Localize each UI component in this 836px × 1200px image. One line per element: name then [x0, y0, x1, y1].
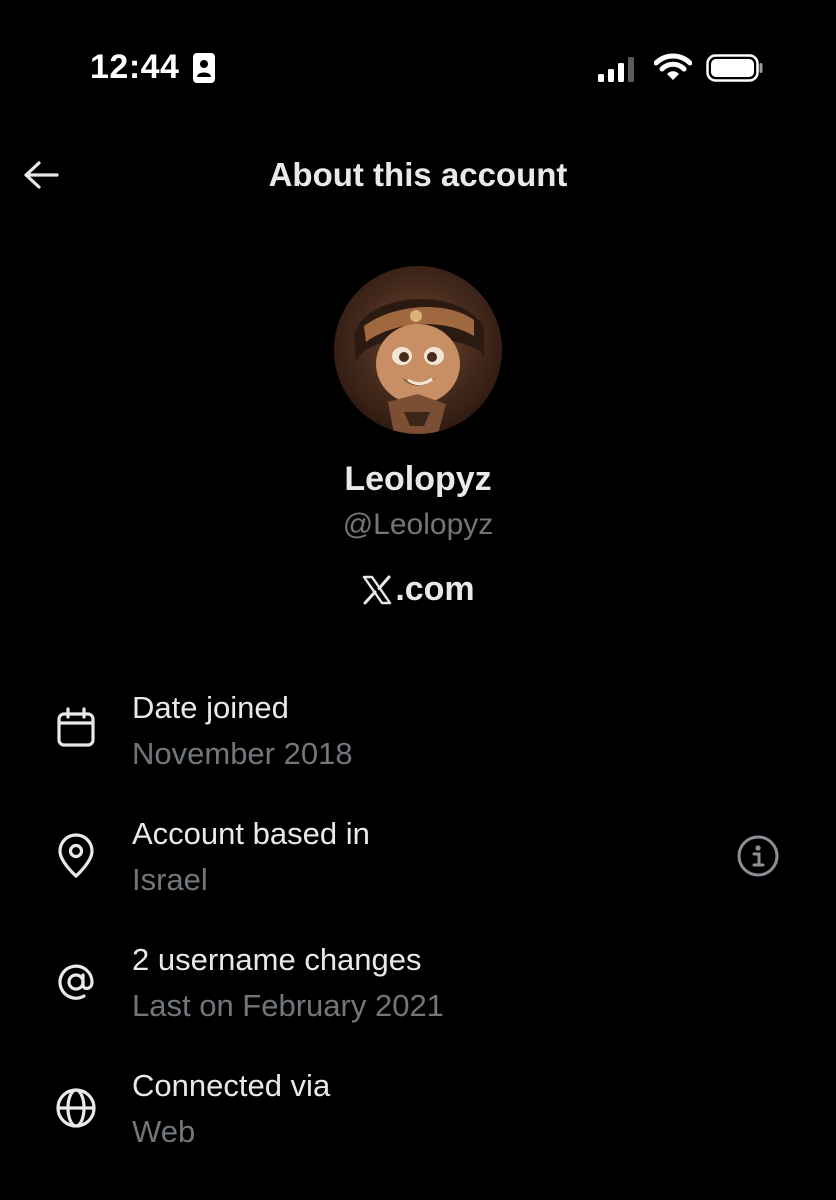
avatar-image — [334, 266, 502, 434]
wifi-icon — [654, 53, 692, 80]
display-name: Leolopyz — [344, 460, 492, 498]
page-title: About this account — [268, 156, 568, 193]
username-handle: @Leolopyz — [342, 508, 494, 541]
info-circle-icon — [737, 835, 779, 877]
site-label-text: .com — [395, 570, 475, 608]
contact-card-icon — [193, 53, 215, 83]
location-pin-icon — [52, 832, 100, 880]
battery-icon — [706, 54, 763, 82]
at-sign-icon — [52, 958, 100, 1006]
info-title: 2 username changes — [132, 942, 422, 977]
calendar-icon — [52, 704, 100, 752]
info-subtitle: Last on February 2021 — [132, 988, 444, 1023]
site-label: .com — [0, 570, 836, 609]
x-logo-icon — [363, 575, 392, 604]
avatar — [334, 266, 502, 434]
info-title: Date joined — [132, 690, 289, 725]
info-item-username-changes: 2 username changes Last on February 2021 — [0, 942, 836, 1052]
info-circle-button[interactable] — [734, 832, 782, 880]
status-bar: 12:44 — [0, 0, 836, 130]
info-item-account-based-in: Account based in Israel — [0, 816, 836, 926]
cellular-signal-icon — [598, 57, 634, 82]
top-app-bar: About this account — [0, 140, 836, 210]
info-item-connected-via: Connected via Web — [0, 1068, 836, 1178]
info-title: Connected via — [132, 1068, 331, 1103]
info-subtitle: Web — [132, 1114, 196, 1149]
info-subtitle: Israel — [132, 862, 208, 897]
info-subtitle: November 2018 — [132, 736, 353, 771]
globe-icon — [52, 1084, 100, 1132]
info-title: Account based in — [132, 816, 370, 851]
status-time: 12:44 — [90, 48, 180, 86]
info-item-date-joined: Date joined November 2018 — [0, 690, 836, 800]
